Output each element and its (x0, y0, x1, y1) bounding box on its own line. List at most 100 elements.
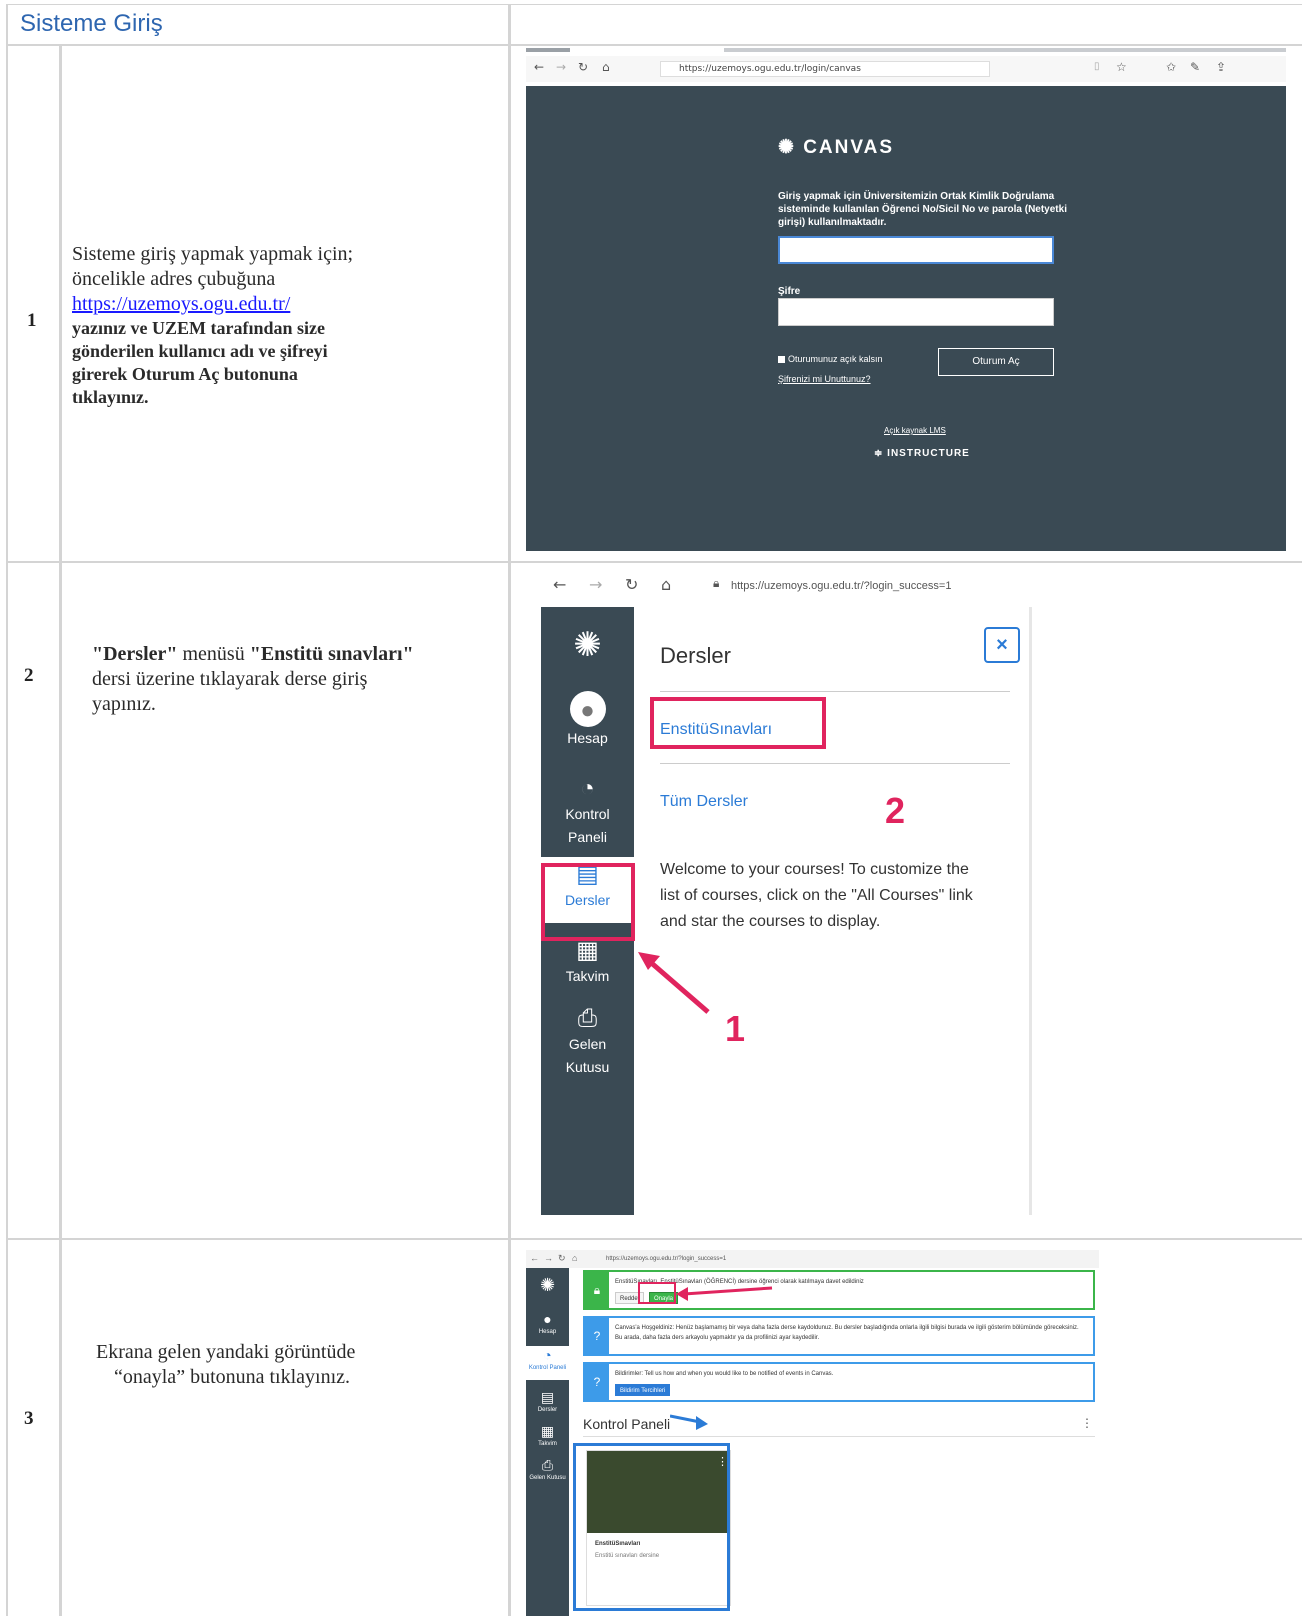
step-number-3: 3 (24, 1408, 34, 1429)
step1-line: girerek Oturum Aç butonuna (72, 364, 298, 384)
instructure-text: INSTRUCTURE (887, 448, 970, 459)
login-button[interactable]: Oturum Aç (938, 348, 1054, 376)
inbox-icon: ⎙ (541, 1457, 554, 1473)
step3-arrows (670, 1286, 773, 1430)
grid-top (6, 4, 1302, 5)
pen-icon[interactable]: ✎ (1190, 60, 1200, 74)
grid-left (6, 4, 8, 1616)
home-icon[interactable]: ⌂ (572, 1253, 577, 1263)
step1-line: öncelikle adres çubuğuna (72, 268, 276, 290)
open-source-lms-link[interactable]: Açık kaynak LMS (884, 426, 946, 435)
tray-title: Dersler (660, 643, 731, 668)
star-icon[interactable]: ☆ (1116, 60, 1127, 74)
forward-icon[interactable]: → (589, 575, 602, 594)
nav-logo[interactable]: ✺ (541, 625, 634, 665)
step2-text: "Dersler" menüsü "Enstitü sınavları" der… (92, 642, 492, 717)
dashboard-icon: ◔ (543, 1347, 552, 1363)
notification-preferences-button[interactable]: Bildirim Tercihleri (615, 1384, 671, 1396)
address-bar[interactable]: https://uzemoys.ogu.edu.tr/?login_succes… (606, 1253, 736, 1265)
share-icon[interactable]: ⇪ (1216, 60, 1226, 74)
password-input[interactable] (778, 298, 1054, 326)
nav-label: Kontrol Paneli (528, 1365, 567, 1371)
reload-icon[interactable]: ↻ (625, 575, 638, 594)
canvas-logo-icon: ✺ (573, 626, 602, 664)
tab[interactable] (526, 48, 570, 52)
step1-line: Sisteme giriş yapmak yapmak için; (72, 243, 354, 265)
lock-icon: 🔒︎ (585, 1272, 609, 1308)
back-icon[interactable]: ← (553, 575, 566, 594)
step1-text: Sisteme giriş yapmak yapmak için; önceli… (72, 242, 492, 409)
home-icon[interactable]: ⌂ (602, 60, 610, 74)
grid-num-col (59, 46, 62, 1616)
step1-url-link[interactable]: https://uzemoys.ogu.edu.tr/ (72, 293, 290, 315)
close-icon[interactable]: × (984, 627, 1020, 663)
step1-browser: ← → ↻ ⌂ https://uzemoys.ogu.edu.tr/login… (526, 46, 1286, 551)
login-description: Giriş yapmak için Üniversitemizin Ortak … (778, 191, 1067, 228)
favorites-icon[interactable]: ✩ (1166, 60, 1176, 74)
account-icon: ● (543, 1311, 552, 1327)
dashboard-title: Kontrol Paneli (583, 1416, 671, 1432)
step2-quote-enstitu: "Enstitü sınavları" (249, 643, 414, 665)
nav-courses[interactable]: ▤ Dersler (526, 1388, 569, 1414)
nav-logo[interactable]: ✺ (526, 1276, 569, 1294)
nav-label: Dersler (537, 1407, 558, 1413)
dash-arrow-head (696, 1416, 708, 1430)
more-icon[interactable]: ⋮ (1081, 1416, 1093, 1430)
forward-icon[interactable]: → (556, 60, 566, 74)
reader-icon[interactable]: ▯ (1094, 61, 1100, 72)
address-bar[interactable]: https://uzemoys.ogu.edu.tr/login/canvas (660, 61, 990, 77)
home-icon[interactable]: ⌂ (661, 575, 671, 594)
forward-icon[interactable]: → (544, 1253, 553, 1263)
scrollbar[interactable] (1029, 607, 1032, 1215)
nav-calendar[interactable]: ▦ Takvim (526, 1422, 569, 1448)
forgot-password-link[interactable]: Şifrenizi mi Unuttunuz? (778, 374, 871, 384)
highlight-course-card (573, 1443, 730, 1611)
step1-line: tıklayınız. (72, 387, 149, 407)
back-icon[interactable]: ← (534, 60, 544, 74)
accept-arrow-line (683, 1286, 773, 1296)
divider (660, 691, 1010, 692)
remember-checkbox[interactable] (778, 356, 785, 364)
username-input[interactable] (778, 236, 1054, 264)
annotation-arrows (638, 952, 710, 1014)
tab[interactable] (724, 48, 1286, 52)
browser-toolbar: ← → ↻ ⌂ https://uzemoys.ogu.edu.tr/login… (526, 56, 1286, 82)
nav-label: Takvim (538, 1441, 557, 1447)
grid-mid (508, 4, 511, 1616)
nav-inbox[interactable]: ⎙ Gelen Kutusu (526, 1456, 569, 1482)
reload-icon[interactable]: ↻ (558, 1253, 566, 1264)
address-bar[interactable]: https://uzemoys.ogu.edu.tr/?login_succes… (709, 577, 1049, 595)
nav-label: Gelen Kutusu (529, 1475, 566, 1481)
callout-2: 2 (885, 790, 906, 831)
courses-icon: ▤ (540, 1389, 555, 1405)
reload-icon[interactable]: ↻ (578, 60, 588, 74)
remember-me[interactable]: Oturumunuz açık kalsın (778, 354, 883, 364)
canvas-login-page: ✺ CANVAS Giriş yapmak için Üniversitemiz… (526, 86, 1286, 551)
back-icon[interactable]: ← (530, 1253, 539, 1263)
arrow-1-line (646, 958, 710, 1014)
welcome-notice: ? Canvas'a Hoşgeldiniz: Henüz başlamamış… (583, 1316, 1095, 1356)
info-icon: ? (585, 1318, 609, 1354)
canvas-logo-text: CANVAS (803, 137, 895, 158)
section-title: Sisteme Giriş (20, 10, 163, 37)
nav-label: Hesap (538, 1329, 557, 1335)
grid-row1-sep (6, 561, 1302, 563)
step2-line: yapınız. (92, 693, 156, 715)
calendar-icon: ▦ (540, 1423, 555, 1439)
browser-toolbar: ← → ↻ ⌂ 🔒︎ https://uzemoys.ogu.edu.tr/?l… (541, 565, 1041, 605)
dash-arrow-line (670, 1414, 701, 1424)
nav-dashboard[interactable]: ◔ Kontrol Paneli (526, 1346, 569, 1380)
callout-1: 1 (725, 1008, 746, 1049)
step-number-1: 1 (27, 310, 37, 331)
nav-account[interactable]: ● Hesap (526, 1310, 569, 1336)
nav-label: Kutusu (565, 1059, 610, 1075)
grid-row2-sep (6, 1238, 1302, 1240)
info-icon: ? (585, 1364, 609, 1400)
step-number-2: 2 (24, 665, 34, 686)
step2-line: dersi üzerine tıklayarak derse giriş (92, 668, 368, 690)
global-nav: ✺ ● Hesap ◔ Kontrol Paneli ▤ Dersler ▦ Takvi… (526, 1268, 569, 1616)
step2-line1: "Dersler" menüsü "Enstitü sınavları" (92, 642, 492, 667)
step3-text: Ekrana gelen yandaki görüntüde “onayla” … (96, 1340, 496, 1390)
accept-arrow-head (676, 1287, 688, 1301)
remember-label: Oturumunuz açık kalsın (788, 354, 883, 364)
